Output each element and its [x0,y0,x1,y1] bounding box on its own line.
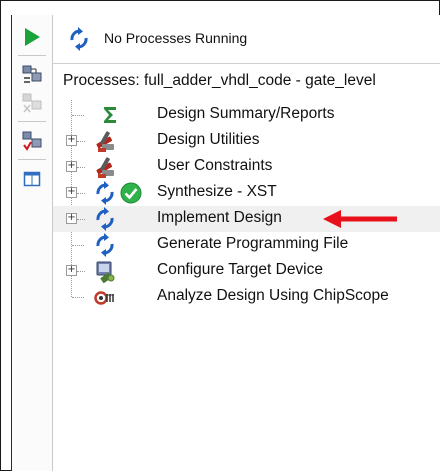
sigma-icon [104,107,116,123]
status-text: No Processes Running [104,30,248,46]
toolbar-divider [18,121,46,122]
status-bar: No Processes Running [53,15,440,64]
tools-icon [96,131,114,152]
process-label: User Constraints [157,157,273,174]
tree-branch [77,271,85,272]
process-label: Configure Target Device [157,261,323,278]
toolbar-divider [18,55,46,56]
process-stop-icon [22,93,42,113]
process-item-design-utilities[interactable]: + Design Utilities [53,128,440,154]
expand-icon[interactable]: + [66,187,77,198]
expand-icon[interactable]: + [66,161,77,172]
expand-icon[interactable]: + [66,213,77,224]
process-label: Design Summary/Reports [157,105,335,122]
expand-icon[interactable]: + [66,135,77,146]
process-item-design-summary[interactable]: Design Summary/Reports [53,102,440,128]
tree-branch [77,193,85,194]
run-button[interactable] [20,25,44,49]
process-label: Implement Design [157,209,282,226]
process-cleanup-icon [22,131,42,151]
process-label: Generate Programming File [157,235,349,252]
refresh-icon [70,27,88,51]
process-item-synthesize-xst[interactable]: + Synthesize - XST [53,180,440,206]
process-item-configure-target-device[interactable]: + Configure Target Device [53,258,440,284]
process-label: Synthesize - XST [157,183,277,200]
stop-button[interactable] [20,91,44,115]
refresh-icon [96,207,114,231]
tree-branch [77,219,85,220]
chipscope-icon [94,291,114,305]
play-icon [25,28,40,46]
process-window: No Processes Running Processes: full_add… [0,0,440,472]
process-rerun-icon [22,65,42,83]
tree-branch [77,167,85,168]
processes-header: Processes: full_adder_vhdl_code - gate_l… [63,72,376,89]
tree-branch [72,115,84,116]
toolbar-divider [18,159,46,160]
rerun-button[interactable] [20,63,44,87]
device-config-icon [96,261,115,283]
expand-icon[interactable]: + [66,265,77,276]
process-item-user-constraints[interactable]: + User Constraints [53,154,440,180]
cleanup-button[interactable] [20,129,44,153]
tree-branch [77,141,85,142]
red-arrow-annotation [323,210,397,228]
process-label: Analyze Design Using ChipScope [157,287,389,304]
refresh-icon [96,233,114,257]
process-item-analyze-chipscope[interactable]: Analyze Design Using ChipScope [53,284,440,310]
process-item-implement-design[interactable]: + Implement Design [53,206,440,232]
tools-icon [96,157,114,178]
properties-button[interactable] [20,167,44,191]
refresh-icon [96,181,114,205]
panel-window-icon [23,171,41,187]
process-item-generate-programming-file[interactable]: Generate Programming File [53,232,440,258]
tree-branch [72,245,84,246]
processes-panel: Processes: full_adder_vhdl_code - gate_l… [53,64,440,472]
check-circle-icon [120,182,142,204]
left-toolbar [11,15,53,471]
tree-branch [72,297,84,298]
process-label: Design Utilities [157,131,260,148]
